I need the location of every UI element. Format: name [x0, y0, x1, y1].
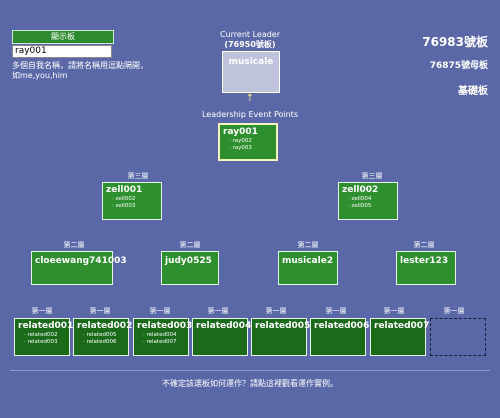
level3-label: 第三層 [127, 172, 149, 180]
level2-node[interactable]: judy0525 [161, 251, 219, 285]
child-item: zell004 [348, 196, 394, 203]
node-name: ray001 [223, 127, 258, 137]
board-number-title: 76983號板 [422, 35, 488, 49]
hint-text-line2: 如me,you,him [12, 71, 68, 80]
current-leader-box[interactable]: musicale [222, 51, 280, 93]
level1-node[interactable]: related006 [310, 318, 370, 356]
root-node[interactable]: ray001 ray002 ray003 [218, 123, 278, 161]
level2-node[interactable]: musicale2 [278, 251, 338, 285]
level1-node[interactable]: related005 [251, 318, 311, 356]
empty-slot[interactable] [430, 318, 486, 356]
level1-label: 第一層 [443, 307, 465, 315]
level1-node[interactable]: related004 [192, 318, 252, 356]
help-link[interactable]: 不確定該選板如何運作？請點這裡觀看運作實例。 [0, 378, 500, 389]
level1-node[interactable]: related003 related004 related007 [133, 318, 193, 356]
level2-label: 第二層 [297, 241, 319, 249]
node-name: related005 [255, 321, 311, 331]
node-name: judy0525 [165, 256, 212, 266]
parent-board-title: 76875號母板 [429, 61, 488, 71]
base-board-title: 基礎板 [458, 86, 488, 97]
node-name: lester123 [400, 256, 449, 266]
node-name: related003 [137, 321, 193, 331]
level1-label: 第一層 [89, 307, 111, 315]
child-item: related003 [24, 339, 66, 346]
level1-label: 第一層 [207, 307, 229, 315]
leadership-event-points-label: Leadership Event Points [201, 110, 298, 119]
child-item: zell003 [112, 203, 158, 210]
child-item: ray003 [229, 145, 273, 152]
node-name: cloeewang741003 [35, 256, 127, 266]
child-item: related006 [83, 339, 125, 346]
leader-name: musicale [228, 57, 274, 67]
child-item: zell002 [112, 196, 158, 203]
level2-label: 第二層 [179, 241, 201, 249]
level2-node[interactable]: lester123 [396, 251, 456, 285]
child-item: ray002 [229, 138, 273, 145]
level2-label: 第二層 [63, 241, 85, 249]
leader-board-number: (76950號板) [224, 40, 276, 49]
level1-label: 第一層 [149, 307, 171, 315]
level1-node[interactable]: related001 related002 related003 [14, 318, 74, 356]
child-item: zell005 [348, 203, 394, 210]
level3-label: 第三層 [361, 172, 383, 180]
level1-node[interactable]: related002 related005 related006 [73, 318, 133, 356]
node-name: related002 [77, 321, 133, 331]
node-name: related004 [196, 321, 252, 331]
self-name-input[interactable]: ray001 [12, 45, 112, 58]
node-name: zell002 [342, 185, 379, 195]
child-item: related002 [24, 332, 66, 339]
level3-node[interactable]: zell002 zell004 zell005 [338, 182, 398, 220]
node-name: musicale2 [282, 256, 334, 266]
level1-node[interactable]: related007 [370, 318, 430, 356]
level1-label: 第一層 [265, 307, 287, 315]
node-name: related006 [314, 321, 370, 331]
child-item: related007 [143, 339, 185, 346]
up-arrow-icon: ↑ [245, 93, 255, 104]
node-name: related007 [374, 321, 430, 331]
level1-label: 第一層 [325, 307, 347, 315]
child-item: related004 [143, 332, 185, 339]
level1-label: 第一層 [383, 307, 405, 315]
node-name: zell001 [106, 185, 143, 195]
display-panel-header: 顯示板 [12, 30, 114, 44]
node-name: related001 [18, 321, 74, 331]
child-item: related005 [83, 332, 125, 339]
level1-label: 第一層 [31, 307, 53, 315]
level2-node[interactable]: cloeewang741003 [31, 251, 127, 285]
hint-text-line1: 多個自我名稱，請將名稱用逗點隔開， [12, 61, 148, 70]
current-leader-title: Current Leader [219, 30, 281, 39]
footer-divider [10, 370, 490, 371]
level3-node[interactable]: zell001 zell002 zell003 [102, 182, 162, 220]
level2-label: 第二層 [413, 241, 435, 249]
